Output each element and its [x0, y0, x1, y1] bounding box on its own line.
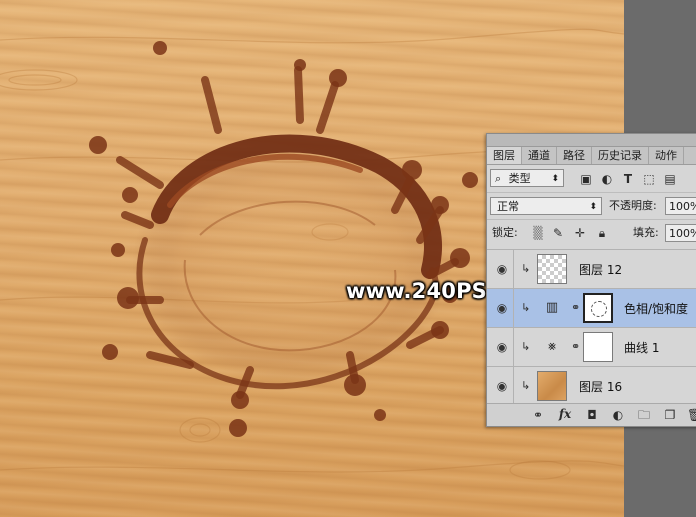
tab-paths[interactable]: 路径 — [557, 147, 592, 164]
lock-label: 锁定: — [492, 226, 518, 239]
layer-mask-thumbnail[interactable] — [583, 293, 613, 323]
blend-mode-select[interactable]: 正常 ⬍ — [490, 197, 602, 215]
filter-pixel-icon[interactable]: ▣ — [579, 172, 593, 186]
clip-arrow-icon: ↳ — [521, 379, 531, 392]
eye-icon[interactable]: ◉ — [491, 250, 514, 288]
filter-kind-select[interactable]: ⌕ 类型 ⬍ — [490, 169, 564, 187]
blend-mode-value: 正常 — [497, 200, 519, 213]
link-chain-icon[interactable]: ⚭ — [571, 301, 580, 315]
lock-move-icon[interactable]: ✛ — [573, 226, 587, 240]
layer-thumbnail — [537, 371, 567, 401]
add-mask-icon[interactable]: ◘ — [585, 408, 599, 422]
adjustment-layer-icon[interactable]: ◐ — [611, 408, 625, 422]
layer-row-selected[interactable]: ◉ ↳ ▥ ⚭ 色相/饱和度 — [487, 288, 696, 327]
layer-name: 图层 12 — [579, 263, 623, 277]
layer-name: 曲线 1 — [624, 341, 660, 355]
curves-icon: ⨳ — [547, 339, 557, 354]
layer-row[interactable]: ◉ ↳ 图层 16 — [487, 366, 696, 405]
clip-arrow-icon: ↳ — [521, 262, 531, 275]
hue-saturation-icon: ▥ — [545, 300, 559, 315]
search-icon: ⌕ — [495, 172, 502, 185]
eye-icon[interactable]: ◉ — [491, 289, 514, 327]
splash-ring — [132, 134, 452, 390]
lock-row: 锁定: ▒ ✎ ✛ 🔒︎ 填充: 100% — [487, 219, 696, 246]
tab-actions[interactable]: 动作 — [649, 147, 684, 164]
filter-kind-label: 类型 — [508, 172, 531, 185]
layer-filter-row: ⌕ 类型 ⬍ ▣ ◐ T ⬚ ▤ — [487, 166, 696, 190]
chevron-updown-icon: ⬍ — [589, 202, 597, 212]
filter-type-icon[interactable]: T — [621, 172, 635, 186]
fx-button[interactable]: fx — [557, 407, 573, 421]
tab-layers[interactable]: 图层 — [487, 147, 522, 164]
filter-adjustment-icon[interactable]: ◐ — [600, 172, 614, 186]
layers-panel-toolbar: ⚭ fx ◘ ◐ 🗀︎ ❐ 🗑︎ — [487, 403, 696, 426]
eye-icon[interactable]: ◉ — [491, 367, 514, 405]
lock-transparent-icon[interactable]: ▒ — [531, 226, 545, 240]
panel-title-bar[interactable] — [487, 134, 696, 147]
layer-name: 色相/饱和度 — [624, 302, 689, 316]
layer-thumbnail — [537, 254, 567, 284]
fill-label: 填充: — [633, 226, 659, 239]
lock-brush-icon[interactable]: ✎ — [551, 226, 565, 240]
new-layer-icon[interactable]: ❐ — [663, 408, 677, 422]
tab-channels[interactable]: 通道 — [522, 147, 557, 164]
tab-history[interactable]: 历史记录 — [592, 147, 649, 164]
layer-row[interactable]: ◉ ↳ 图层 12 — [487, 249, 696, 288]
fill-input[interactable]: 100% — [665, 224, 696, 242]
lock-all-icon[interactable]: 🔒︎ — [595, 226, 609, 240]
link-chain-icon[interactable]: ⚭ — [571, 340, 580, 354]
layer-mask-thumbnail[interactable] — [583, 332, 613, 362]
filter-smart-object-icon[interactable]: ▤ — [663, 172, 677, 186]
blend-row: 正常 ⬍ 不透明度: 100% — [487, 192, 696, 219]
trash-icon[interactable]: 🗑︎ — [687, 408, 696, 422]
layers-panel: 图层 通道 路径 历史记录 动作 ⌕ 类型 ⬍ ▣ ◐ T ⬚ ▤ 正常 ⬍ 不… — [486, 133, 696, 427]
layer-row[interactable]: ◉ ↳ ⨳ ⚭ 曲线 1 — [487, 327, 696, 366]
layer-name: 图层 16 — [579, 380, 623, 394]
opacity-label: 不透明度: — [609, 199, 657, 212]
opacity-input[interactable]: 100% — [665, 197, 696, 215]
filter-shape-icon[interactable]: ⬚ — [642, 172, 656, 186]
clip-arrow-icon: ↳ — [521, 301, 531, 314]
clip-arrow-icon: ↳ — [521, 340, 531, 353]
new-group-icon[interactable]: 🗀︎ — [637, 408, 651, 422]
chevron-updown-icon: ⬍ — [551, 174, 559, 184]
link-layers-icon[interactable]: ⚭ — [531, 408, 545, 422]
eye-icon[interactable]: ◉ — [491, 328, 514, 366]
panel-tabs: 图层 通道 路径 历史记录 动作 — [487, 147, 696, 165]
